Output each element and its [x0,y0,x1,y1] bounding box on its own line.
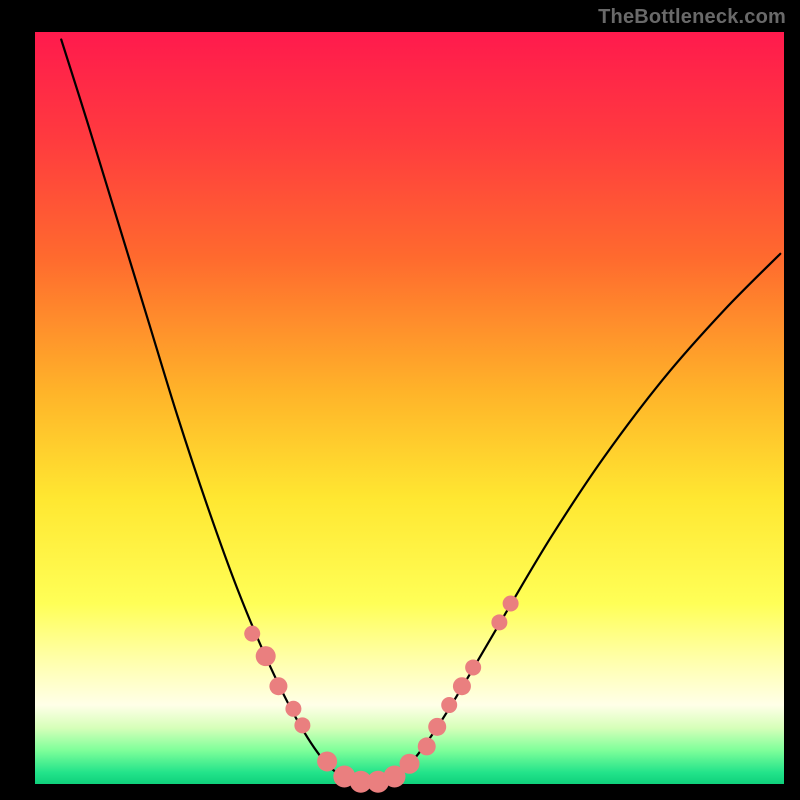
chart-container: TheBottleneck.com [0,0,800,800]
plot-background [35,32,784,784]
data-marker [294,717,310,733]
data-marker [503,596,519,612]
data-marker [244,626,260,642]
data-marker [285,701,301,717]
data-marker [418,737,436,755]
data-marker [441,697,457,713]
data-marker [428,718,446,736]
data-marker [465,659,481,675]
bottleneck-chart [0,0,800,800]
data-marker [400,754,420,774]
data-marker [491,614,507,630]
watermark-text: TheBottleneck.com [598,6,786,29]
data-marker [269,677,287,695]
data-marker [256,646,276,666]
data-marker [453,677,471,695]
data-marker [317,751,337,771]
